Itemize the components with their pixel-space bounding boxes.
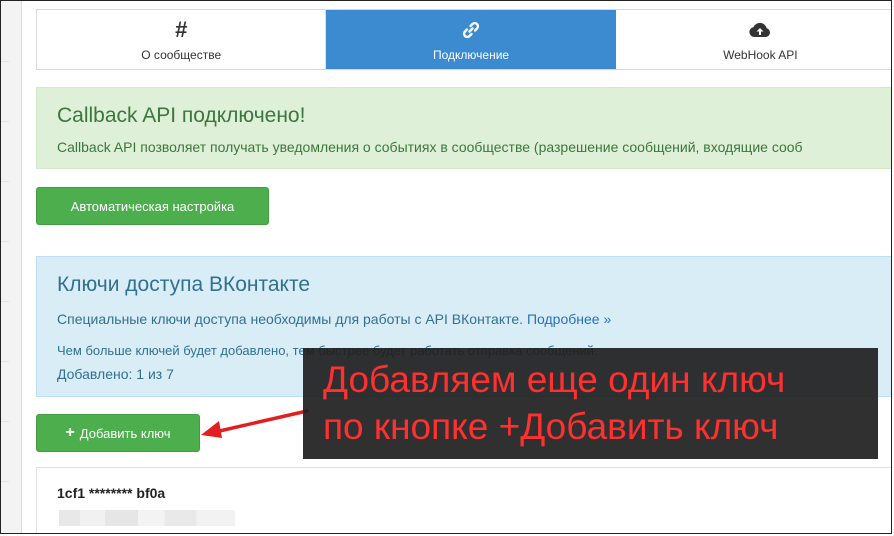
tab-webhook-api[interactable]: WebHook API — [616, 10, 891, 69]
left-sidebar-strip — [1, 1, 22, 533]
annotation-line-1: Добавляем еще один ключ — [323, 359, 786, 400]
add-key-label: Добавить ключ — [79, 425, 171, 441]
access-key-name: 1cf1 ******** bf0a — [57, 485, 166, 501]
tab-label: WebHook API — [723, 47, 798, 62]
callback-success-alert: Callback API подключено! Callback API по… — [36, 87, 891, 169]
settings-tabs: # О сообществе Подключение WebHook API — [36, 9, 891, 70]
annotation-line-2: по кнопке +Добавить ключ — [323, 406, 779, 447]
annotation-arrow-icon — [201, 409, 309, 438]
callback-title: Callback API подключено! — [57, 104, 306, 127]
callback-description: Callback API позволяет получать уведомле… — [57, 139, 803, 155]
tab-about-community[interactable]: # О сообществе — [37, 10, 327, 69]
access-key-blurred-value — [59, 510, 235, 526]
access-key-item: 1cf1 ******** bf0a — [36, 467, 891, 533]
link-icon — [461, 18, 481, 42]
access-keys-text: Специальные ключи доступа необходимы для… — [57, 311, 524, 327]
access-keys-description: Специальные ключи доступа необходимы для… — [57, 311, 611, 327]
access-keys-title: Ключи доступа ВКонтакте — [57, 273, 311, 296]
tab-connection[interactable]: Подключение — [326, 10, 616, 69]
tab-label: Подключение — [433, 47, 510, 62]
tab-label: О сообществе — [141, 47, 222, 62]
page-frame: # О сообществе Подключение WebHook API C… — [0, 0, 892, 534]
hash-icon: # — [175, 16, 188, 42]
add-key-button[interactable]: + Добавить ключ — [36, 414, 200, 452]
auto-setup-button[interactable]: Автоматическая настройка — [36, 187, 269, 225]
more-info-link[interactable]: Подробнее » — [527, 311, 611, 327]
cloud-upload-icon — [748, 18, 772, 42]
annotation-callout: Добавляем еще один ключ по кнопке +Добав… — [303, 348, 878, 459]
plus-icon: + — [65, 424, 75, 441]
keys-added-count: Добавлено: 1 из 7 — [57, 366, 174, 382]
